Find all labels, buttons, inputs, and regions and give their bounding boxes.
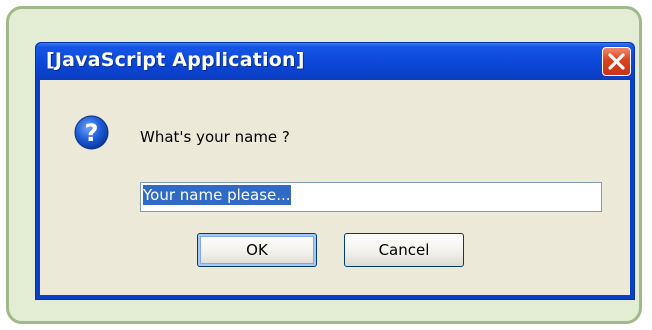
- close-icon: [608, 53, 625, 70]
- prompt-dialog: [JavaScript Application] ? What's your n…: [35, 42, 635, 300]
- question-icon: ?: [74, 115, 109, 150]
- close-button[interactable]: [602, 47, 631, 76]
- dialog-body: ? What's your name ? Your name please...…: [40, 80, 630, 295]
- prompt-message: What's your name ?: [140, 128, 290, 146]
- selected-input-text: Your name please...: [143, 185, 291, 205]
- ok-button[interactable]: OK: [197, 233, 317, 267]
- name-input[interactable]: Your name please...: [140, 182, 602, 212]
- svg-text:?: ?: [85, 119, 99, 147]
- cancel-button[interactable]: Cancel: [344, 233, 464, 267]
- dialog-title: [JavaScript Application]: [46, 49, 305, 71]
- ok-button-label: OK: [246, 241, 268, 259]
- cancel-button-label: Cancel: [378, 241, 430, 259]
- title-bar[interactable]: [JavaScript Application]: [36, 43, 634, 80]
